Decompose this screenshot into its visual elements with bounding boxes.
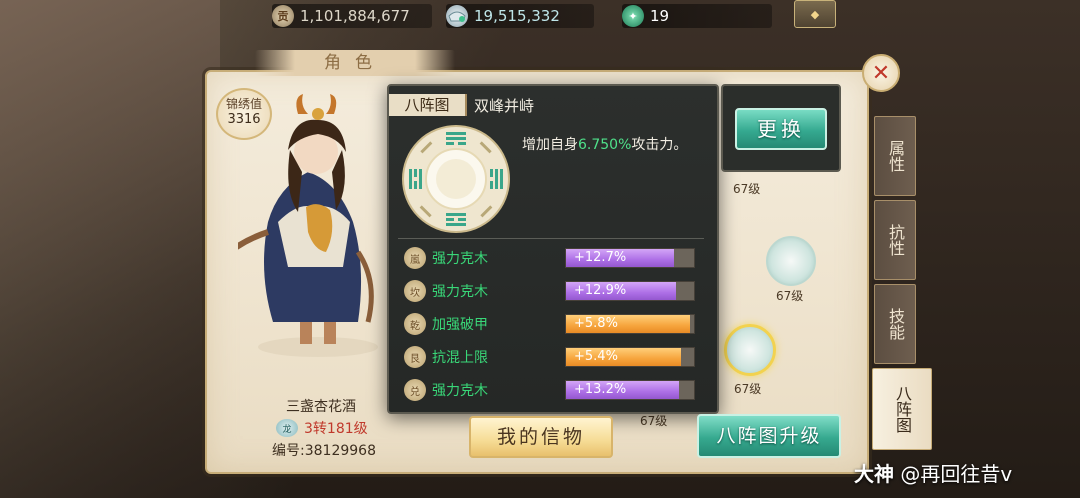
trigram-icon: 兑 bbox=[404, 379, 426, 401]
emblem-icon[interactable]: ◆ bbox=[794, 0, 836, 28]
close-button[interactable]: ✕ bbox=[862, 54, 900, 92]
character-portrait bbox=[238, 94, 378, 357]
gold-resource: 贡 1,101,884,677 bbox=[272, 4, 432, 28]
jade-value: 19 bbox=[650, 7, 670, 25]
watermark: 大神 @再回往昔v bbox=[854, 458, 1012, 487]
character-id: 编号:38129968 bbox=[272, 443, 376, 459]
background-light bbox=[0, 0, 220, 498]
stat-label: 加强破甲 bbox=[432, 317, 488, 333]
stat-row: 乾 加强破甲 +5.8% bbox=[404, 311, 700, 337]
equipment-slot-orb[interactable] bbox=[766, 236, 816, 286]
stat-row: 嵐 强力克木 +12.7% bbox=[404, 245, 700, 271]
stat-label: 抗混上限 bbox=[432, 350, 488, 366]
tab-skills-label: 技能 bbox=[886, 308, 905, 340]
tab-resistance[interactable]: 抗性 bbox=[874, 200, 916, 280]
formation-name: 双峰并峙 bbox=[474, 97, 535, 115]
stat-bar: +12.9% bbox=[565, 281, 695, 301]
watermark-brand: 大神 bbox=[854, 462, 894, 486]
change-button-frame: 更换 bbox=[721, 84, 841, 172]
stat-value: +12.7% bbox=[574, 250, 627, 265]
trigram-icon: 坎 bbox=[404, 280, 426, 302]
formation-upgrade-button[interactable]: 八阵图升级 bbox=[697, 414, 841, 458]
gong-currency-icon: 贡 bbox=[272, 5, 294, 27]
character-level-text: 3转181级 bbox=[304, 421, 368, 437]
equipment-slot-orb-selected[interactable] bbox=[724, 324, 776, 376]
trigram-icon: 嵐 bbox=[404, 247, 426, 269]
formation-tag: 八阵图 bbox=[389, 94, 467, 116]
panel-title: 角色 bbox=[255, 50, 455, 76]
change-button[interactable]: 更换 bbox=[735, 108, 827, 150]
dragon-badge-icon: 龙 bbox=[276, 419, 298, 437]
jade-icon: ✦ bbox=[622, 5, 644, 27]
character-name: 三盏杏花酒 bbox=[286, 399, 356, 415]
slot-level: 67级 bbox=[640, 414, 668, 428]
stat-value: +5.8% bbox=[574, 316, 618, 331]
formation-wheel-icon bbox=[402, 125, 510, 233]
stat-bar: +12.7% bbox=[565, 248, 695, 268]
jade-resource[interactable]: ✦ 19 bbox=[622, 4, 772, 28]
gold-value: 1,101,884,677 bbox=[300, 7, 410, 25]
tab-skills[interactable]: 技能 bbox=[874, 284, 916, 364]
character-level: 龙 3转181级 bbox=[276, 418, 368, 438]
desc-prefix: 增加自身 bbox=[522, 137, 578, 153]
stat-bar: +5.8% bbox=[565, 314, 695, 334]
close-icon: ✕ bbox=[871, 60, 891, 86]
tab-formation-label: 八阵图 bbox=[893, 385, 912, 433]
slot-level: 67级 bbox=[733, 182, 761, 196]
tab-attributes[interactable]: 属性 bbox=[874, 116, 916, 196]
popup-divider bbox=[398, 238, 704, 239]
stat-bar: +13.2% bbox=[565, 380, 695, 400]
stat-value: +12.9% bbox=[574, 283, 627, 298]
stat-label: 强力克木 bbox=[432, 284, 488, 300]
tab-resistance-label: 抗性 bbox=[886, 224, 905, 256]
silver-value: 19,515,332 bbox=[474, 7, 560, 25]
trigram-icon: 乾 bbox=[404, 313, 426, 335]
my-token-button[interactable]: 我的信物 bbox=[469, 416, 613, 458]
stat-value: +5.4% bbox=[574, 349, 618, 364]
watermark-handle: @再回往昔v bbox=[900, 462, 1013, 486]
formation-description: 增加自身6.750%攻击力。 bbox=[522, 134, 687, 154]
stat-row: 艮 抗混上限 +5.4% bbox=[404, 344, 700, 370]
stat-row: 兑 强力克木 +13.2% bbox=[404, 377, 700, 403]
stat-bar: +5.4% bbox=[565, 347, 695, 367]
desc-highlight: 6.750% bbox=[578, 137, 632, 153]
stat-label: 强力克木 bbox=[432, 383, 488, 399]
stat-value: +13.2% bbox=[574, 382, 627, 397]
tab-formation[interactable]: 八阵图 bbox=[872, 368, 932, 450]
stat-row: 坎 强力克木 +12.9% bbox=[404, 278, 700, 304]
slot-level: 67级 bbox=[734, 382, 762, 396]
slot-level: 67级 bbox=[776, 289, 804, 303]
desc-suffix: 攻击力。 bbox=[631, 137, 688, 153]
trigram-icon: 艮 bbox=[404, 346, 426, 368]
silver-resource[interactable]: 19,515,332 bbox=[446, 4, 594, 28]
stat-label: 强力克木 bbox=[432, 251, 488, 267]
tab-attributes-label: 属性 bbox=[886, 140, 905, 172]
silver-ingot-icon bbox=[446, 5, 468, 27]
